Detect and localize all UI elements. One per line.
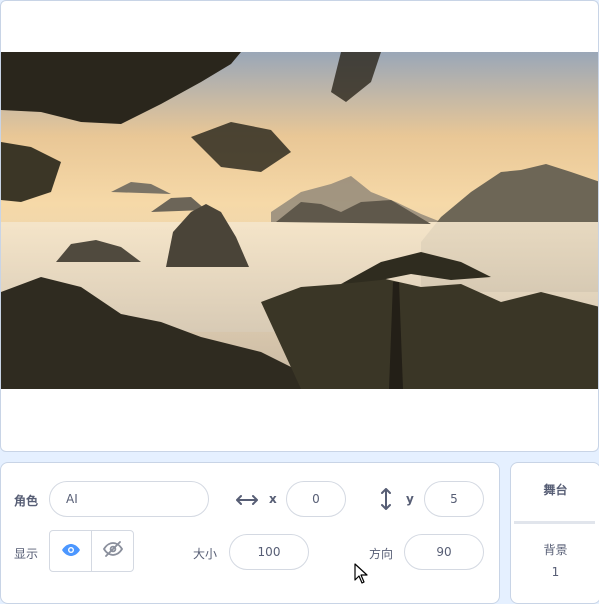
mouse-cursor-icon [354,563,370,589]
y-label: y [406,492,414,506]
direction-input[interactable]: 90 [404,534,484,570]
x-input[interactable]: 0 [286,481,346,517]
hide-button[interactable] [91,531,133,571]
stage-title: 舞台 [543,483,568,497]
direction-label: 方向 [369,547,394,561]
stage-panel [0,0,599,452]
stage-canvas[interactable] [1,52,598,389]
eye-off-icon [102,541,123,561]
eye-icon [61,542,81,561]
sprite-label: 角色 [14,494,39,508]
stage-selector-divider [514,521,595,524]
arrows-vertical-icon [379,488,393,514]
y-input[interactable]: 5 [424,481,484,517]
backdrops-count: 1 [551,565,560,579]
show-label: 显示 [14,547,39,561]
visibility-toggle [49,530,134,572]
backdrops-label: 背景 [543,543,568,557]
show-button[interactable] [50,531,91,571]
x-label: x [269,492,277,506]
mountain-landscape-backdrop [1,52,598,389]
size-input[interactable]: 100 [229,534,309,570]
size-label: 大小 [193,547,218,561]
sprite-name-input[interactable]: AI [49,481,209,517]
arrows-horizontal-icon [236,492,258,511]
stage-selector[interactable]: 舞台 背景 1 [510,462,599,604]
